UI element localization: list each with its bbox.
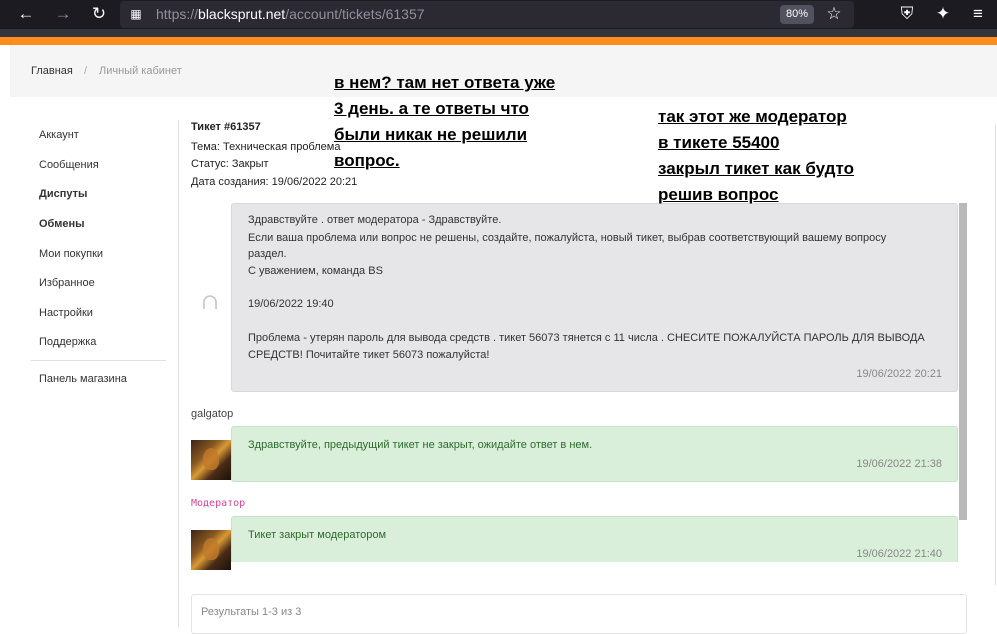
message-line: 19/06/2022 19:40 bbox=[248, 298, 334, 310]
sidebar-item-settings[interactable]: Настройки bbox=[39, 306, 93, 320]
breadcrumb-home[interactable]: Главная bbox=[31, 64, 73, 78]
reload-icon[interactable]: ↻ bbox=[87, 3, 111, 25]
sidebar-item-messages[interactable]: Сообщения bbox=[39, 158, 99, 172]
arrow-right-icon[interactable]: → bbox=[51, 3, 75, 25]
message-line: Здравствуйте . ответ модератора - Здравс… bbox=[248, 214, 502, 226]
annotation-right-line: закрыл тикет как будто bbox=[658, 159, 854, 178]
url-text[interactable]: https://blacksprut.net/account/tickets/6… bbox=[156, 6, 425, 23]
site-header-bar bbox=[0, 29, 997, 45]
page-info-icon[interactable]: ▦ bbox=[128, 6, 144, 22]
annotation-left-line: были никак не решили bbox=[334, 125, 528, 144]
annotation-left-line: вопрос. bbox=[334, 151, 400, 170]
url-path: /account/tickets/61357 bbox=[285, 6, 425, 22]
message-bubble: Здравствуйте, предыдущий тикет не закрыт… bbox=[231, 426, 958, 482]
scrollbar[interactable] bbox=[959, 203, 967, 520]
url-host: blacksprut.net bbox=[198, 6, 286, 22]
url-scheme: https:// bbox=[156, 6, 199, 22]
message-author[interactable]: galgatop bbox=[191, 407, 233, 421]
url-bar[interactable]: ▦ https://blacksprut.net/account/tickets… bbox=[120, 1, 854, 28]
annotation-right-line: решив вопрос bbox=[658, 185, 779, 204]
message-line: Здравствуйте, предыдущий тикет не закрыт… bbox=[248, 439, 593, 451]
arrow-left-icon[interactable]: ← bbox=[14, 3, 38, 25]
sidebar-divider bbox=[31, 360, 166, 361]
magic-wand-icon[interactable]: ✦ bbox=[931, 3, 955, 25]
annotation-right-line: так этот же модератор bbox=[658, 107, 847, 126]
avatar bbox=[191, 440, 231, 480]
annotation-left-line: в нем? там нет ответа уже bbox=[334, 73, 556, 92]
avatar bbox=[191, 530, 231, 570]
message-bubble: Тикет закрыт модератором 19/06/2022 21:4… bbox=[231, 516, 958, 562]
bookmark-star-icon[interactable]: ☆ bbox=[824, 4, 844, 24]
pagination-results: Результаты 1-3 из 3 bbox=[191, 594, 967, 634]
message-time: 19/06/2022 21:40 bbox=[856, 548, 942, 560]
sidebar-item-purchases[interactable]: Мои покупки bbox=[39, 247, 103, 261]
ticket-title: Тикет #61357 bbox=[191, 121, 261, 133]
results-count: Результаты 1-3 из 3 bbox=[201, 606, 302, 618]
ticket-status: Статус: Закрыт bbox=[191, 158, 269, 170]
content-divider bbox=[178, 120, 179, 627]
annotation-left-line: 3 день. а те ответы что bbox=[334, 99, 529, 118]
browser-toolbar: ← → ↻ ▦ https://blacksprut.net/account/t… bbox=[0, 0, 997, 29]
ticket-created: Дата создания: 19/06/2022 20:21 bbox=[191, 176, 358, 188]
breadcrumb-current: Личный кабинет bbox=[99, 65, 182, 77]
message-line: раздел. bbox=[248, 248, 287, 260]
message-line: С уважением, команда BS bbox=[248, 265, 383, 277]
ticket-topic: Тема: Техническая проблема bbox=[191, 141, 341, 153]
message-bubble: Здравствуйте . ответ модератора - Здравс… bbox=[231, 203, 958, 392]
sidebar-item-shop-panel[interactable]: Панель магазина bbox=[39, 372, 127, 386]
message-line: Если ваша проблема или вопрос не решены,… bbox=[248, 232, 887, 244]
sidebar-item-support[interactable]: Поддержка bbox=[39, 335, 96, 349]
breadcrumb-separator: / bbox=[84, 65, 88, 77]
message-line: Проблема - утерян пароль для вывода сред… bbox=[248, 332, 925, 344]
shield-icon[interactable]: ⛨ bbox=[895, 3, 919, 25]
sidebar-item-disputes[interactable]: Диспуты bbox=[39, 187, 87, 201]
message-time: 19/06/2022 21:38 bbox=[856, 458, 942, 470]
zoom-badge[interactable]: 80% bbox=[779, 5, 814, 24]
sidebar-item-account[interactable]: Аккаунт bbox=[39, 128, 79, 142]
sidebar-item-exchanges[interactable]: Обмены bbox=[39, 217, 85, 231]
message-time: 19/06/2022 20:21 bbox=[856, 368, 942, 380]
menu-icon[interactable]: ≡ bbox=[966, 3, 990, 25]
message-author-moderator[interactable]: Модератор bbox=[191, 497, 245, 511]
annotation-right-line: в тикете 55400 bbox=[658, 133, 780, 152]
bs-logo-icon: ∩ bbox=[200, 290, 220, 315]
message-line: Тикет закрыт модератором bbox=[248, 529, 387, 541]
message-line: СРЕДСТВ! Почитайте тикет 56073 пожалуйст… bbox=[248, 349, 490, 361]
sidebar-item-favorites[interactable]: Избранное bbox=[39, 276, 95, 290]
content-right-border bbox=[995, 125, 996, 585]
